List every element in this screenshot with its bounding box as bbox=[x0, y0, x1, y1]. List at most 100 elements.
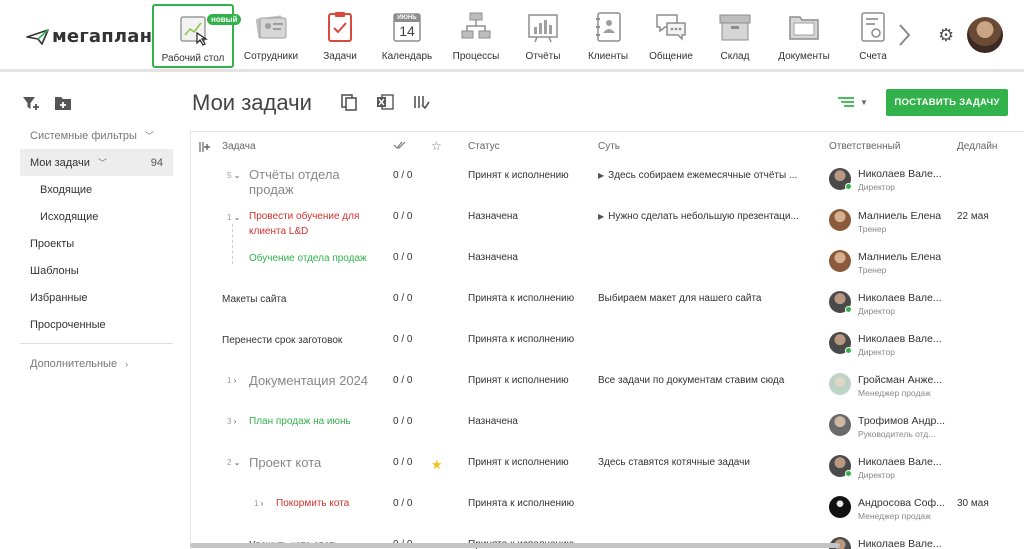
status-text: Принят к исполнению bbox=[468, 375, 569, 386]
sidebar-item-label: Избранные bbox=[30, 291, 88, 304]
logo[interactable]: мегаплан bbox=[26, 26, 152, 47]
chat-icon bbox=[653, 9, 689, 45]
person-name[interactable]: Николаев Вале... bbox=[858, 333, 942, 345]
copy-icon[interactable] bbox=[340, 93, 358, 111]
sidebar-additional[interactable]: Дополнительные › bbox=[20, 350, 173, 377]
table-row[interactable]: 1 ⌄ Провести обучение для клиента L&D 0 /… bbox=[191, 204, 1024, 245]
filter-add-icon[interactable] bbox=[22, 95, 40, 111]
avatar[interactable] bbox=[967, 17, 1003, 53]
gear-icon[interactable]: ⚙ bbox=[938, 25, 954, 46]
sidebar-item-overdue[interactable]: Просроченные bbox=[20, 311, 173, 338]
warehouse-icon bbox=[717, 9, 753, 45]
triangle-right-icon: ▶ bbox=[598, 212, 605, 221]
person-role: Менеджер продаж bbox=[858, 388, 931, 398]
table-row[interactable]: Макеты сайта 0 / 0 Принята к исполнению … bbox=[191, 286, 1024, 327]
essence-text: ▶ Нужно сделать небольшую презентаци... bbox=[598, 211, 799, 222]
column-task[interactable]: Задача bbox=[222, 141, 256, 152]
chevron-right-icon[interactable] bbox=[895, 22, 913, 48]
table-row[interactable]: 1 › Покормить кота 0 / 0 Принята к испол… bbox=[191, 491, 1024, 532]
sidebar-system-filters[interactable]: Системные фильтры ﹀ bbox=[20, 122, 173, 149]
status-text: Принят к исполнению bbox=[468, 457, 569, 468]
sidebar-item-outgoing[interactable]: Исходящие bbox=[20, 203, 173, 230]
tasks-count: 94 bbox=[150, 156, 163, 169]
sidebar-item-templates[interactable]: Шаблоны bbox=[20, 257, 173, 284]
columns-icon[interactable] bbox=[412, 93, 430, 111]
task-name[interactable]: Макеты сайта bbox=[222, 292, 286, 307]
subtask-count: 2 ⌄ bbox=[227, 458, 241, 467]
nav-processes[interactable]: Процессы bbox=[451, 4, 501, 68]
status-text: Принята к исполнению bbox=[468, 334, 575, 345]
task-name[interactable]: Провести обучение для клиента L&D bbox=[249, 209, 359, 239]
person-name[interactable]: Гройсман Анже... bbox=[858, 374, 942, 386]
nav-chat[interactable]: Общение bbox=[648, 4, 694, 68]
essence-text: ▶ Здесь собираем ежемесячные отчёты ... bbox=[598, 170, 798, 181]
progress: 0 / 0 bbox=[393, 334, 413, 345]
sidebar-item-favorites[interactable]: Избранные bbox=[20, 284, 173, 311]
view-mode-toggle[interactable]: ▼ bbox=[838, 97, 868, 107]
person-name[interactable]: Малниель Елена bbox=[858, 210, 941, 222]
triangle-right-icon: ▶ bbox=[598, 171, 605, 180]
person-name[interactable]: Николаев Вале... bbox=[858, 456, 942, 468]
sidebar-item-label: Входящие bbox=[40, 183, 93, 196]
task-name[interactable]: Отчёты отдела продаж bbox=[249, 167, 340, 197]
person-role: Руководитель отд... bbox=[858, 429, 936, 439]
essence-text: Все задачи по документам ставим сюда bbox=[598, 375, 785, 386]
column-responsible[interactable]: Ответственный bbox=[829, 141, 900, 152]
nav-invoices[interactable]: Счета bbox=[853, 4, 893, 68]
task-name[interactable]: Обучение отдела продаж bbox=[249, 251, 367, 266]
task-name[interactable]: План продаж на июнь bbox=[249, 414, 351, 429]
table-row[interactable]: 3 › План продаж на июнь 0 / 0 Назначена … bbox=[191, 409, 1024, 450]
nav-tasks[interactable]: Задачи bbox=[318, 4, 362, 68]
nav-clients[interactable]: Клиенты bbox=[586, 4, 630, 68]
task-name[interactable]: Документация 2024 bbox=[249, 373, 368, 388]
excel-icon[interactable] bbox=[376, 93, 394, 111]
table-row[interactable]: Перенести срок заготовок 0 / 0 Принята к… bbox=[191, 327, 1024, 368]
table-row[interactable]: 5 ⌄ Отчёты отдела продаж 0 / 0 Принят к и… bbox=[191, 160, 1024, 204]
task-name[interactable]: Покормить кота bbox=[276, 496, 349, 511]
nav-desktop[interactable]: новый Рабочий стол bbox=[152, 4, 242, 68]
caret-down-icon: ▼ bbox=[860, 97, 868, 107]
avatar bbox=[829, 250, 851, 272]
star-filled-icon[interactable]: ★ bbox=[431, 457, 443, 473]
reports-icon bbox=[525, 9, 561, 45]
star-outline-icon[interactable]: ☆ bbox=[431, 139, 442, 153]
person-name[interactable]: Николаев Вале... bbox=[858, 538, 942, 549]
person-role: Директор bbox=[858, 306, 896, 316]
chevron-down-icon: ⌄ bbox=[233, 213, 241, 222]
person-name[interactable]: Малниель Елена bbox=[858, 251, 941, 263]
nav-warehouse[interactable]: Склад bbox=[715, 4, 755, 68]
column-deadline[interactable]: Дедлайн bbox=[957, 141, 997, 152]
person-name[interactable]: Николаев Вале... bbox=[858, 168, 942, 180]
sidebar-item-my-tasks[interactable]: Мои задачи ﹀ 94 bbox=[20, 149, 173, 176]
column-status[interactable]: Статус bbox=[468, 141, 500, 152]
double-check-icon[interactable] bbox=[393, 140, 407, 153]
create-task-button[interactable]: ПОСТАВИТЬ ЗАДАЧУ bbox=[886, 89, 1008, 116]
sidebar-item-projects[interactable]: Проекты bbox=[20, 230, 173, 257]
progress: 0 / 0 bbox=[393, 457, 413, 468]
columns-settings-icon[interactable] bbox=[199, 142, 211, 152]
nav-employees[interactable]: Сотрудники bbox=[243, 4, 299, 68]
list-view-icon bbox=[838, 97, 854, 107]
table-row[interactable]: Обучение отдела продаж 0 / 0 Назначена М… bbox=[191, 245, 1024, 286]
nav-reports[interactable]: Отчёты bbox=[522, 4, 564, 68]
nav-documents[interactable]: Документы bbox=[776, 4, 832, 68]
table-row[interactable]: 2 ⌄ Проект кота 0 / 0 ★ Принят к исполне… bbox=[191, 450, 1024, 491]
person-name[interactable]: Трофимов Андр... bbox=[858, 415, 945, 427]
person-name[interactable]: Николаев Вале... bbox=[858, 292, 942, 304]
calendar-day: 14 bbox=[399, 23, 415, 39]
task-name[interactable]: Перенести срок заготовок bbox=[222, 333, 342, 348]
person-name[interactable]: Андросова Соф... bbox=[858, 497, 945, 509]
title-tools bbox=[340, 93, 430, 111]
subtask-count: 1 › bbox=[254, 499, 264, 508]
task-name[interactable]: Проект кота bbox=[249, 455, 321, 470]
progress: 0 / 0 bbox=[393, 252, 413, 263]
folder-add-icon[interactable] bbox=[54, 95, 72, 111]
nav-calendar[interactable]: ИЮНЬ 14 Календарь bbox=[380, 4, 434, 68]
nav-label: Процессы bbox=[452, 51, 500, 62]
horizontal-scrollbar[interactable] bbox=[190, 543, 840, 548]
person-role: Директор bbox=[858, 182, 896, 192]
column-essence[interactable]: Суть bbox=[598, 141, 620, 152]
sidebar-item-incoming[interactable]: Входящие bbox=[20, 176, 173, 203]
processes-icon bbox=[458, 9, 494, 45]
table-row[interactable]: 1 › Документация 2024 0 / 0 Принят к исп… bbox=[191, 368, 1024, 409]
